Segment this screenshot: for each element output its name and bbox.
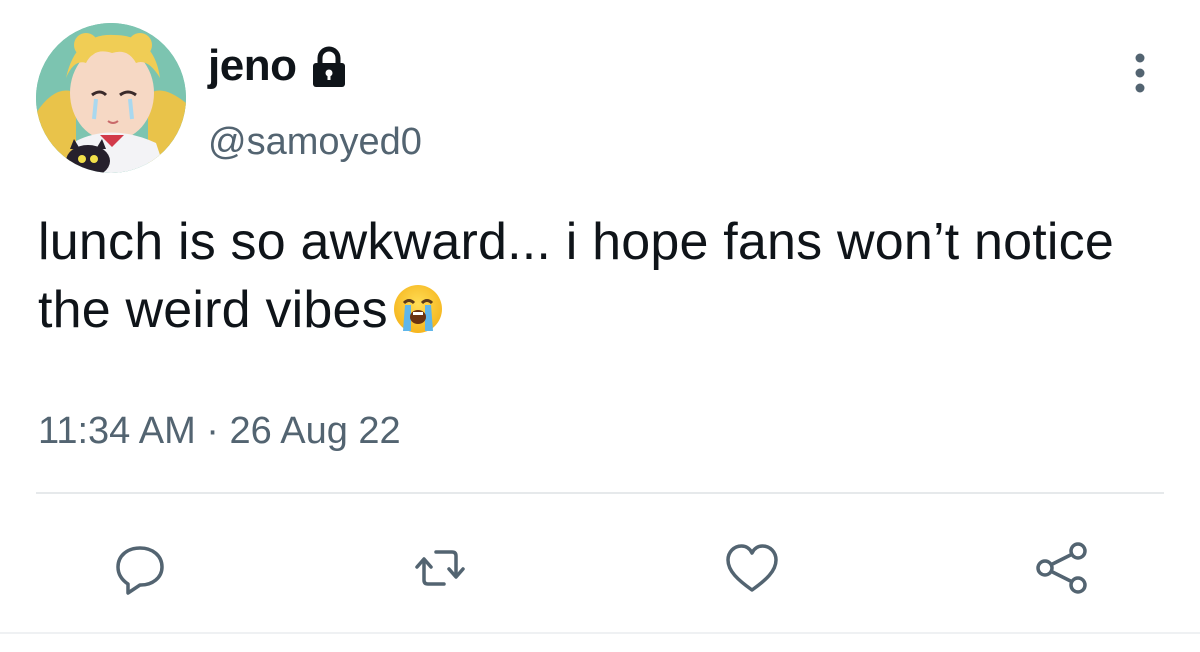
retweet-icon — [415, 550, 465, 586]
tweet-date: 26 Aug 22 — [229, 410, 401, 452]
divider — [36, 492, 1164, 494]
action-bar — [0, 530, 1200, 600]
reply-button[interactable] — [110, 538, 170, 598]
share-button[interactable] — [1032, 538, 1092, 598]
avatar[interactable] — [36, 23, 186, 173]
user-name-row: jeno — [208, 40, 352, 92]
reply-icon — [116, 546, 164, 595]
lock-icon — [306, 45, 352, 91]
tweet: jeno @samoyed0 lunch is so awkward... i … — [0, 0, 1200, 652]
share-icon — [1036, 542, 1087, 594]
loudly-crying-face-icon — [392, 283, 444, 335]
like-button[interactable] — [722, 538, 782, 598]
avatar-image — [36, 23, 186, 173]
tweet-timestamp[interactable]: 11:34 AM · 26 Aug 22 — [38, 406, 401, 456]
meta-separator: · — [206, 410, 219, 452]
tweet-time: 11:34 AM — [38, 410, 196, 452]
retweet-button[interactable] — [410, 538, 470, 598]
tweet-text-content: lunch is so awkward... i hope fans won’t… — [38, 213, 1114, 339]
bottom-divider — [0, 632, 1200, 634]
tweet-text: lunch is so awkward... i hope fans won’t… — [38, 208, 1158, 344]
display-name[interactable]: jeno — [208, 40, 297, 92]
more-vertical-icon[interactable] — [1120, 50, 1160, 96]
user-handle[interactable]: @samoyed0 — [208, 118, 422, 166]
heart-icon — [726, 544, 778, 592]
